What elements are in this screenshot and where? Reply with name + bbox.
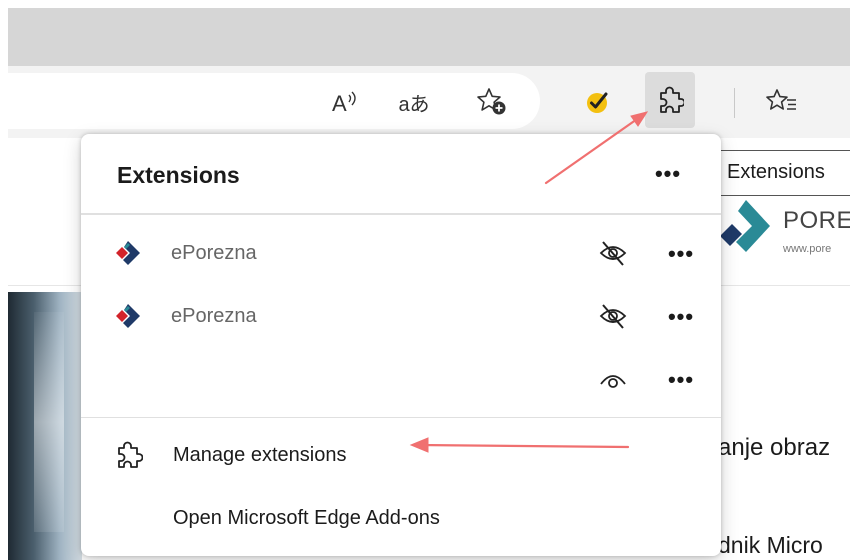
favorites-icon[interactable]: [760, 80, 804, 124]
manage-extensions-button[interactable]: Manage extensions: [81, 430, 721, 480]
extension-more-options-button[interactable]: •••: [663, 299, 699, 335]
eporezna-site-logo-icon: [720, 200, 770, 252]
extensions-puzzle-icon[interactable]: [645, 72, 695, 128]
open-edge-addons-button[interactable]: Open Microsoft Edge Add-ons: [81, 493, 721, 543]
page-left-edge: [0, 0, 8, 560]
extension-more-options-button[interactable]: •••: [663, 236, 699, 272]
read-aloud-icon[interactable]: A: [326, 80, 366, 124]
extension-row[interactable]: ePorezna •••: [81, 289, 721, 345]
address-bar[interactable]: [8, 73, 540, 129]
panel-footer-divider: [81, 417, 721, 418]
page-hero-image: [8, 292, 82, 560]
toolbar-separator: [734, 88, 735, 118]
extension-name: ePorezna: [171, 305, 257, 327]
manage-extensions-label: Manage extensions: [173, 444, 347, 466]
extension-row[interactable]: ePorezna •••: [81, 226, 721, 282]
open-edge-addons-label: Open Microsoft Edge Add-ons: [173, 507, 440, 529]
extension-more-options-button[interactable]: •••: [663, 362, 699, 398]
show-in-toolbar-icon[interactable]: [595, 364, 631, 396]
extension-name: ePorezna: [171, 242, 257, 264]
site-logo-url[interactable]: www.pore: [783, 243, 831, 255]
extension-checkmark-icon[interactable]: [575, 80, 619, 124]
panel-more-options-button[interactable]: •••: [650, 156, 686, 192]
extensions-puzzle-icon: [118, 441, 143, 468]
page-heading: anje obraz: [718, 434, 831, 461]
translate-icon-glyph: aあ: [398, 93, 430, 116]
eporezna-extension-icon: [116, 304, 140, 328]
add-favorite-icon[interactable]: [470, 80, 514, 124]
extensions-tooltip: Extensions: [710, 150, 850, 196]
panel-title: Extensions: [117, 162, 240, 188]
tab-strip: [8, 8, 850, 66]
extension-row[interactable]: •••: [81, 352, 721, 408]
eporezna-extension-icon: [116, 241, 140, 265]
hide-from-toolbar-icon[interactable]: [595, 301, 631, 333]
hide-from-toolbar-icon[interactable]: [595, 238, 631, 270]
translate-icon[interactable]: aあ: [392, 80, 436, 124]
page-body-text: dnik Micro: [718, 532, 823, 558]
panel-header-divider: [81, 213, 721, 215]
extensions-panel: Extensions ••• ePorezna ••• ePorezna •••: [81, 134, 721, 556]
site-logo-name: PORE: [783, 207, 850, 234]
svg-text:A: A: [332, 91, 347, 116]
